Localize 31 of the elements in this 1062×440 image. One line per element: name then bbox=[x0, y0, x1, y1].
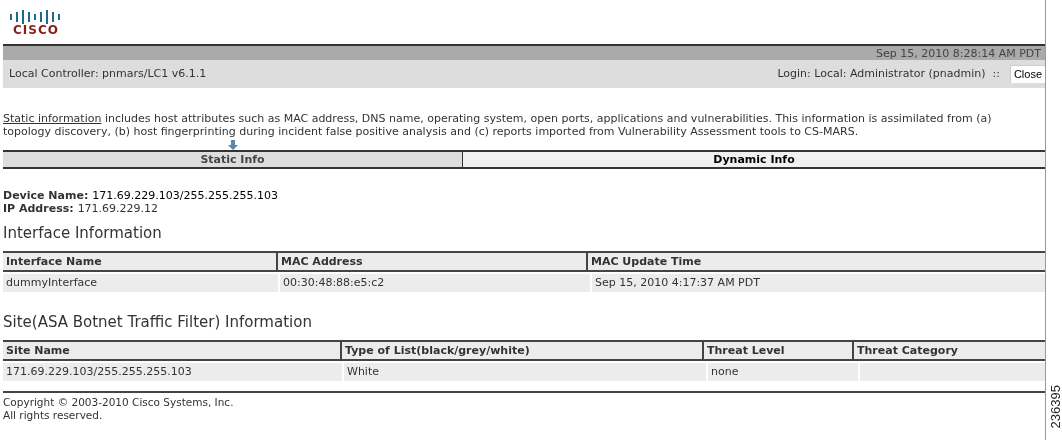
intro-paragraph: Static information includes host attributes such as MAC address, DNS name, operating system, open ports, applications and vulnerabilities. This information is assimilated from (a) topology discovery, (b) host fingerprinting during incident false positive analysis and (c) reports imported from Vulnerability Assessment tools to CS-MARS. bbox=[3, 112, 993, 138]
logo-text: CISCO bbox=[13, 24, 60, 36]
figure-number: 236395 bbox=[1047, 384, 1062, 428]
tab[interactable]: Dynamic Info bbox=[463, 152, 1045, 167]
field-value: 171.69.229.12 bbox=[77, 202, 159, 215]
login-label: Login: Local: Administrator (pnadmin) :: bbox=[777, 65, 1000, 82]
column-header: MAC Address bbox=[278, 253, 588, 270]
controller-label: Local Controller: pnmars/LC1 v6.1.1 bbox=[9, 65, 207, 82]
column-header: Site Name bbox=[3, 342, 342, 359]
copyright-text: Copyright © 2003-2010 Cisco Systems, Inc. bbox=[3, 396, 235, 409]
column-header: Interface Name bbox=[3, 253, 278, 270]
table-cell: White bbox=[344, 363, 706, 381]
column-header: MAC Update Time bbox=[590, 254, 703, 270]
table-cell: Sep 15, 2010 4:17:37 AM PDT bbox=[592, 274, 1045, 292]
close-button[interactable]: Close bbox=[1009, 65, 1045, 83]
static-information-link[interactable]: Static information bbox=[3, 112, 102, 125]
section-title: Interface Information bbox=[3, 223, 163, 243]
field-value: 171.69.229.103/255.255.255.103 bbox=[92, 189, 278, 202]
column-header: Threat Category bbox=[856, 343, 959, 359]
table-cell: 00:30:48:88:e5:c2 bbox=[280, 274, 590, 292]
section-title: Site(ASA Botnet Traffic Filter) Information bbox=[3, 312, 313, 332]
field-label: IP Address: bbox=[3, 202, 74, 215]
table-cell: 171.69.229.103/255.255.255.103 bbox=[3, 363, 342, 381]
table-cell: none bbox=[708, 363, 858, 381]
timestamp: Sep 15, 2010 8:28:14 AM PDT bbox=[876, 46, 1042, 60]
column-header: Threat Level bbox=[704, 342, 854, 359]
field-label: Device Name: bbox=[3, 189, 89, 202]
column-header: Type of List(black/grey/white) bbox=[342, 342, 704, 359]
table-cell: dummyInterface bbox=[3, 274, 278, 292]
copyright-text: All rights reserved. bbox=[3, 409, 104, 422]
arrow-down-icon bbox=[227, 140, 238, 150]
